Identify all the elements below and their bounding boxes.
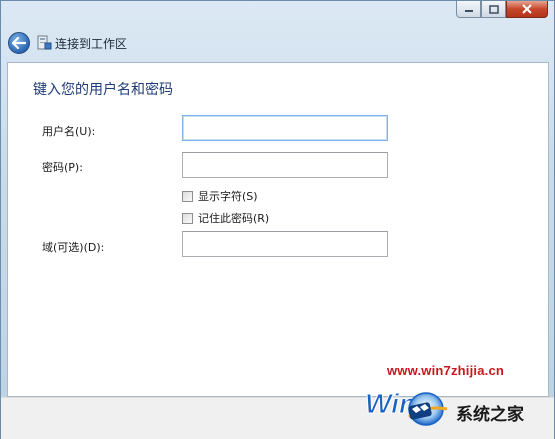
page-heading: 键入您的用户名和密码 (33, 82, 173, 98)
close-icon (522, 4, 532, 14)
password-input[interactable] (182, 152, 388, 178)
workplace-connection-icon (37, 35, 52, 50)
dialog-window: 连接到工作区 键入您的用户名和密码 用户名(U): 密码(P): 显示字符(S)… (0, 0, 555, 439)
maximize-button[interactable] (481, 1, 506, 18)
remember-password-label: 记住此密码(R) (198, 212, 270, 225)
content-panel (7, 62, 549, 397)
username-label: 用户名(U): (42, 125, 96, 138)
show-characters-box[interactable] (182, 190, 193, 202)
password-label: 密码(P): (42, 161, 83, 174)
close-button[interactable] (506, 1, 548, 18)
back-button[interactable] (8, 32, 30, 54)
domain-input[interactable] (182, 231, 388, 257)
back-arrow-icon (12, 37, 26, 49)
show-characters-checkbox[interactable]: 显示字符(S) (182, 188, 258, 204)
domain-label: 域(可选)(D): (42, 241, 105, 254)
window-title: 连接到工作区 (55, 37, 128, 51)
remember-password-box[interactable] (182, 212, 193, 224)
remember-password-checkbox[interactable]: 记住此密码(R) (182, 210, 269, 226)
maximize-icon (488, 4, 499, 14)
minimize-button[interactable] (456, 1, 481, 18)
show-characters-label: 显示字符(S) (198, 190, 258, 203)
caption-buttons (456, 1, 548, 18)
watermark-url: www.win7zhijia.cn (387, 363, 505, 378)
minimize-icon (464, 10, 473, 12)
username-input[interactable] (182, 115, 388, 141)
watermark-brand-text: 系统之家 (456, 405, 524, 425)
